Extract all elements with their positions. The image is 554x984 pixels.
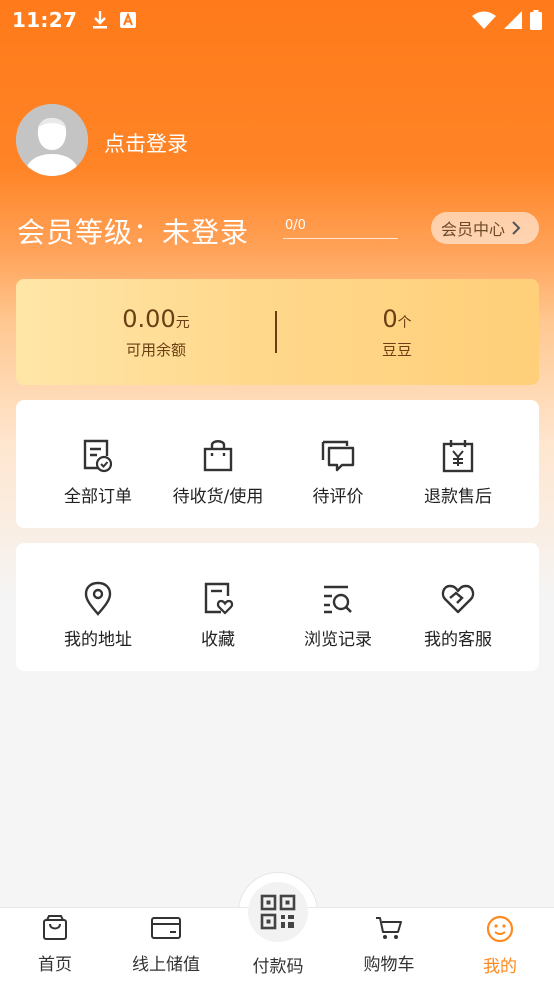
balance-value: 0.00 [122, 305, 176, 333]
wallet-divider [275, 311, 277, 353]
nav-cart[interactable]: 购物车 [334, 908, 444, 975]
a-icon [120, 12, 137, 28]
order-list-icon [83, 439, 113, 473]
wallet-card: 0.00元 可用余额 0个 豆豆 [16, 279, 539, 385]
chevron-right-icon [512, 221, 521, 235]
member-level-text: 会员等级：未登录 [17, 216, 250, 249]
all-orders-label: 全部订单 [64, 487, 132, 507]
level-progress-bar [283, 238, 398, 239]
browse-history-icon [324, 585, 352, 614]
status-time: 11:27 [12, 8, 78, 32]
nav-mine[interactable]: 我的 [445, 908, 554, 977]
pay-code-button[interactable] [248, 882, 308, 942]
beans-label: 豆豆 [381, 341, 412, 359]
favorite-icon [204, 582, 234, 615]
battery-icon [530, 10, 542, 30]
customer-service-item[interactable]: 我的客服 [393, 581, 523, 650]
beans-item[interactable]: 0个 豆豆 [297, 305, 497, 360]
pending-receipt-item[interactable]: 待收货/使用 [153, 438, 283, 507]
login-link[interactable]: 点击登录 [104, 128, 188, 158]
balance-label: 可用余额 [125, 341, 186, 359]
nav-pay-code[interactable]: 付款码 [223, 952, 333, 977]
services-card: 我的地址 收藏 浏览记录 我的客服 [16, 543, 539, 671]
pending-review-label: 待评价 [312, 487, 364, 507]
qr-code-icon [260, 894, 296, 930]
nav-cart-label: 购物车 [363, 955, 415, 975]
my-address-item[interactable]: 我的地址 [33, 581, 163, 650]
status-bar: 11:27 [0, 0, 554, 40]
favorites-item[interactable]: 收藏 [153, 581, 283, 650]
nav-pay-code-label: 付款码 [252, 957, 304, 977]
smile-icon [486, 915, 514, 943]
browse-history-label: 浏览记录 [304, 630, 372, 650]
nav-mine-label: 我的 [483, 957, 517, 977]
signal-icon [504, 11, 522, 29]
customer-service-label: 我的客服 [424, 630, 492, 650]
refund-calendar-icon [442, 440, 474, 473]
balance-item[interactable]: 0.00元 可用余额 [56, 305, 256, 360]
balance-unit: 元 [175, 315, 190, 331]
member-center-button[interactable]: 会员中心 [431, 212, 539, 244]
card-icon [151, 917, 181, 939]
shopping-bag-icon [203, 440, 233, 472]
nav-home-label: 首页 [38, 955, 72, 975]
location-pin-icon [84, 581, 112, 616]
my-address-label: 我的地址 [64, 630, 132, 650]
member-center-label: 会员中心 [441, 220, 506, 239]
nav-online-topup-label: 线上储值 [132, 955, 200, 975]
download-icon [93, 11, 108, 29]
wifi-icon [472, 11, 496, 29]
beans-unit: 个 [397, 315, 412, 331]
home-bag-icon [43, 915, 67, 940]
nav-home[interactable]: 首页 [0, 908, 110, 975]
beans-value: 0 [382, 305, 398, 333]
avatar[interactable] [16, 104, 88, 176]
refund-item[interactable]: 退款售后 [393, 438, 523, 507]
user-avatar-icon [16, 104, 88, 176]
cart-icon [376, 917, 402, 939]
browse-history-item[interactable]: 浏览记录 [273, 581, 403, 650]
level-progress-value: 0/0 [285, 218, 306, 233]
orders-card: 全部订单 待收货/使用 待评价 退款售后 [16, 400, 539, 528]
all-orders-item[interactable]: 全部订单 [33, 438, 163, 507]
comment-icon [321, 440, 355, 472]
favorites-label: 收藏 [201, 630, 235, 650]
customer-service-icon [441, 584, 475, 614]
refund-label: 退款售后 [424, 487, 492, 507]
nav-online-topup[interactable]: 线上储值 [111, 908, 221, 975]
pending-review-item[interactable]: 待评价 [273, 438, 403, 507]
pending-receipt-label: 待收货/使用 [172, 487, 264, 507]
